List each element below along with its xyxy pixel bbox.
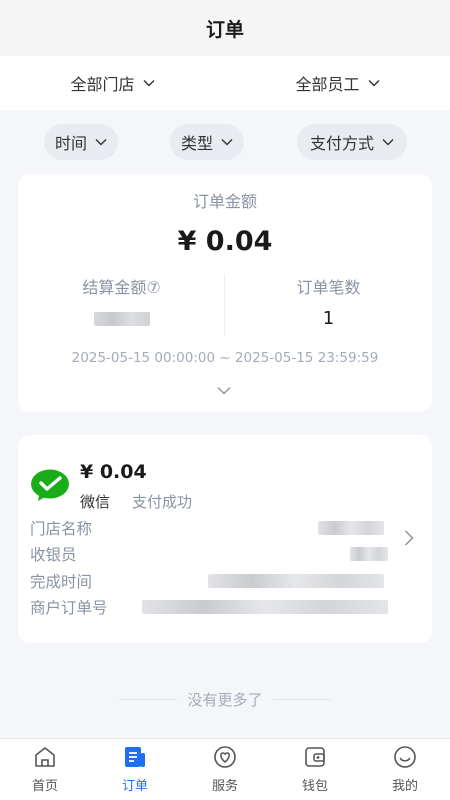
payment-method: 微信 <box>80 493 111 511</box>
divider-line <box>272 698 331 700</box>
tab-service-label: 服务 <box>211 779 238 794</box>
staff-filter[interactable]: 全部员工 <box>225 71 450 95</box>
chevron-down-icon <box>143 79 155 87</box>
bottom-tab-bar: 首页 订单 服务 钱包 我的 <box>0 738 450 800</box>
expand-chevron-icon[interactable] <box>217 380 231 399</box>
tab-profile[interactable]: 我的 <box>360 739 450 800</box>
order-item-amount: ¥ 0.04 <box>80 461 147 483</box>
tab-orders[interactable]: 订单 <box>90 739 180 800</box>
list-end-indicator: 没有更多了 <box>0 688 450 710</box>
cashier-label: 收银员 <box>30 546 77 564</box>
order-count-value: 1 <box>322 308 335 329</box>
payment-status: 支付成功 <box>132 493 193 511</box>
page-title: 订单 <box>205 18 244 41</box>
list-end-text: 没有更多了 <box>187 690 263 709</box>
orders-icon <box>125 747 145 767</box>
tab-home-label: 首页 <box>31 779 58 794</box>
order-summary-card: 订单金额 ¥ 0.04 结算金额⑦ 订单笔数 1 2025-05-15 00:0… <box>18 174 432 412</box>
order-count-label: 订单笔数 <box>296 278 361 297</box>
tab-wallet[interactable]: 钱包 <box>270 739 360 800</box>
date-range: 2025-05-15 00:00:00 ~ 2025-05-15 23:59:5… <box>71 350 379 366</box>
tab-home[interactable]: 首页 <box>0 739 90 800</box>
payment-method-filter-label: 支付方式 <box>309 134 374 153</box>
chevron-down-icon <box>95 138 107 146</box>
filter-pills: 时间 类型 支付方式 <box>0 124 450 160</box>
staff-filter-label: 全部员工 <box>295 75 360 94</box>
cashier-value <box>350 547 388 561</box>
tab-profile-label: 我的 <box>391 779 418 794</box>
chevron-right-icon[interactable] <box>404 530 414 550</box>
order-amount-label: 订单金额 <box>192 192 257 211</box>
order-card[interactable]: ¥ 0.04 微信 支付成功 门店名称 收银员 完成时间 商户订单号 <box>18 435 432 643</box>
service-icon <box>214 746 236 768</box>
page-header: 订单 <box>0 0 450 56</box>
wallet-icon <box>305 747 325 767</box>
home-icon <box>35 747 55 767</box>
chevron-down-icon <box>368 79 380 87</box>
store-filter-label: 全部门店 <box>70 75 135 94</box>
order-amount-value: ¥ 0.04 <box>177 226 273 257</box>
settlement-amount-label[interactable]: 结算金额⑦ <box>18 274 225 298</box>
settlement-column: 结算金额⑦ <box>18 274 225 330</box>
completed-time-value <box>208 574 384 588</box>
settlement-amount-value <box>18 308 225 330</box>
type-filter-pill[interactable]: 类型 <box>170 124 244 160</box>
store-name-value <box>318 521 384 535</box>
top-filter-bar: 全部门店 全部员工 <box>0 56 450 110</box>
tab-wallet-label: 钱包 <box>301 779 328 794</box>
store-filter[interactable]: 全部门店 <box>0 71 225 95</box>
type-filter-label: 类型 <box>180 134 213 153</box>
payment-method-filter-pill[interactable]: 支付方式 <box>297 124 407 160</box>
time-filter-label: 时间 <box>54 134 87 153</box>
profile-icon <box>394 746 416 768</box>
count-column: 订单笔数 1 <box>225 274 432 330</box>
divider-line <box>119 698 178 700</box>
merchant-order-value <box>142 600 388 614</box>
chevron-down-icon <box>382 138 394 146</box>
completed-time-label: 完成时间 <box>30 573 93 591</box>
blurred-value <box>93 312 150 326</box>
merchant-order-label: 商户订单号 <box>30 599 108 617</box>
tab-service[interactable]: 服务 <box>180 739 270 800</box>
chevron-down-icon <box>221 138 233 146</box>
time-filter-pill[interactable]: 时间 <box>44 124 118 160</box>
tab-orders-label: 订单 <box>121 779 148 794</box>
store-name-label: 门店名称 <box>30 520 93 538</box>
wechat-pay-icon <box>30 468 70 502</box>
